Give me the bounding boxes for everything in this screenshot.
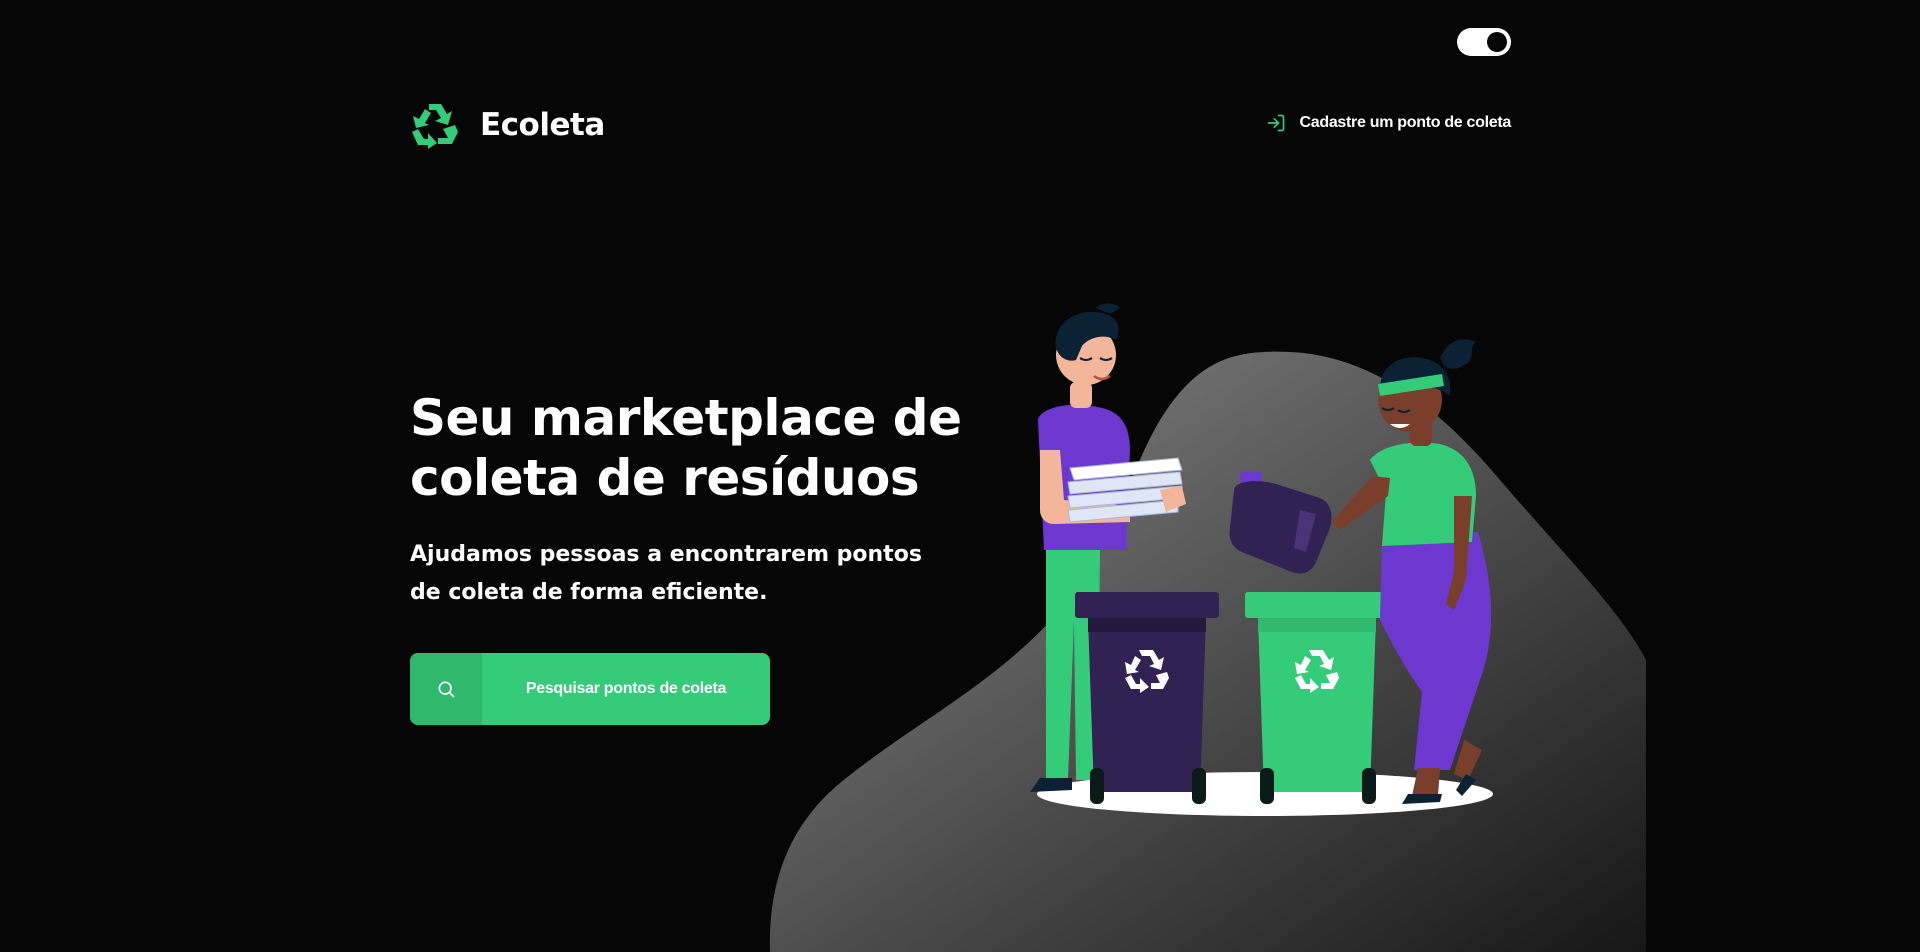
logo[interactable]: Ecoleta bbox=[410, 100, 605, 150]
hero-subtitle: Ajudamos pessoas a encontrarem pontos de… bbox=[410, 542, 922, 605]
recycle-icon bbox=[412, 104, 458, 149]
header: Ecoleta Cadastre um ponto de coleta bbox=[410, 100, 1511, 150]
theme-toggle-knob bbox=[1487, 32, 1507, 52]
search-points-button[interactable]: Pesquisar pontos de coleta bbox=[410, 653, 770, 725]
register-point-link[interactable]: Cadastre um ponto de coleta bbox=[1266, 113, 1512, 133]
search-points-label: Pesquisar pontos de coleta bbox=[525, 680, 727, 697]
logo-text: Ecoleta bbox=[480, 107, 605, 143]
hero-title: Seu marketplace de coleta de resíduos bbox=[410, 389, 962, 507]
green-bin bbox=[1245, 592, 1389, 804]
register-point-label: Cadastre um ponto de coleta bbox=[1299, 114, 1512, 131]
recycling-illustration bbox=[1030, 303, 1493, 816]
log-in-icon bbox=[1267, 114, 1284, 132]
home-page: Ecoleta Cadastre um ponto de coleta Seu … bbox=[0, 0, 1920, 952]
theme-toggle[interactable] bbox=[1457, 28, 1511, 56]
dark-bin bbox=[1075, 592, 1219, 804]
search-icon bbox=[410, 653, 482, 725]
